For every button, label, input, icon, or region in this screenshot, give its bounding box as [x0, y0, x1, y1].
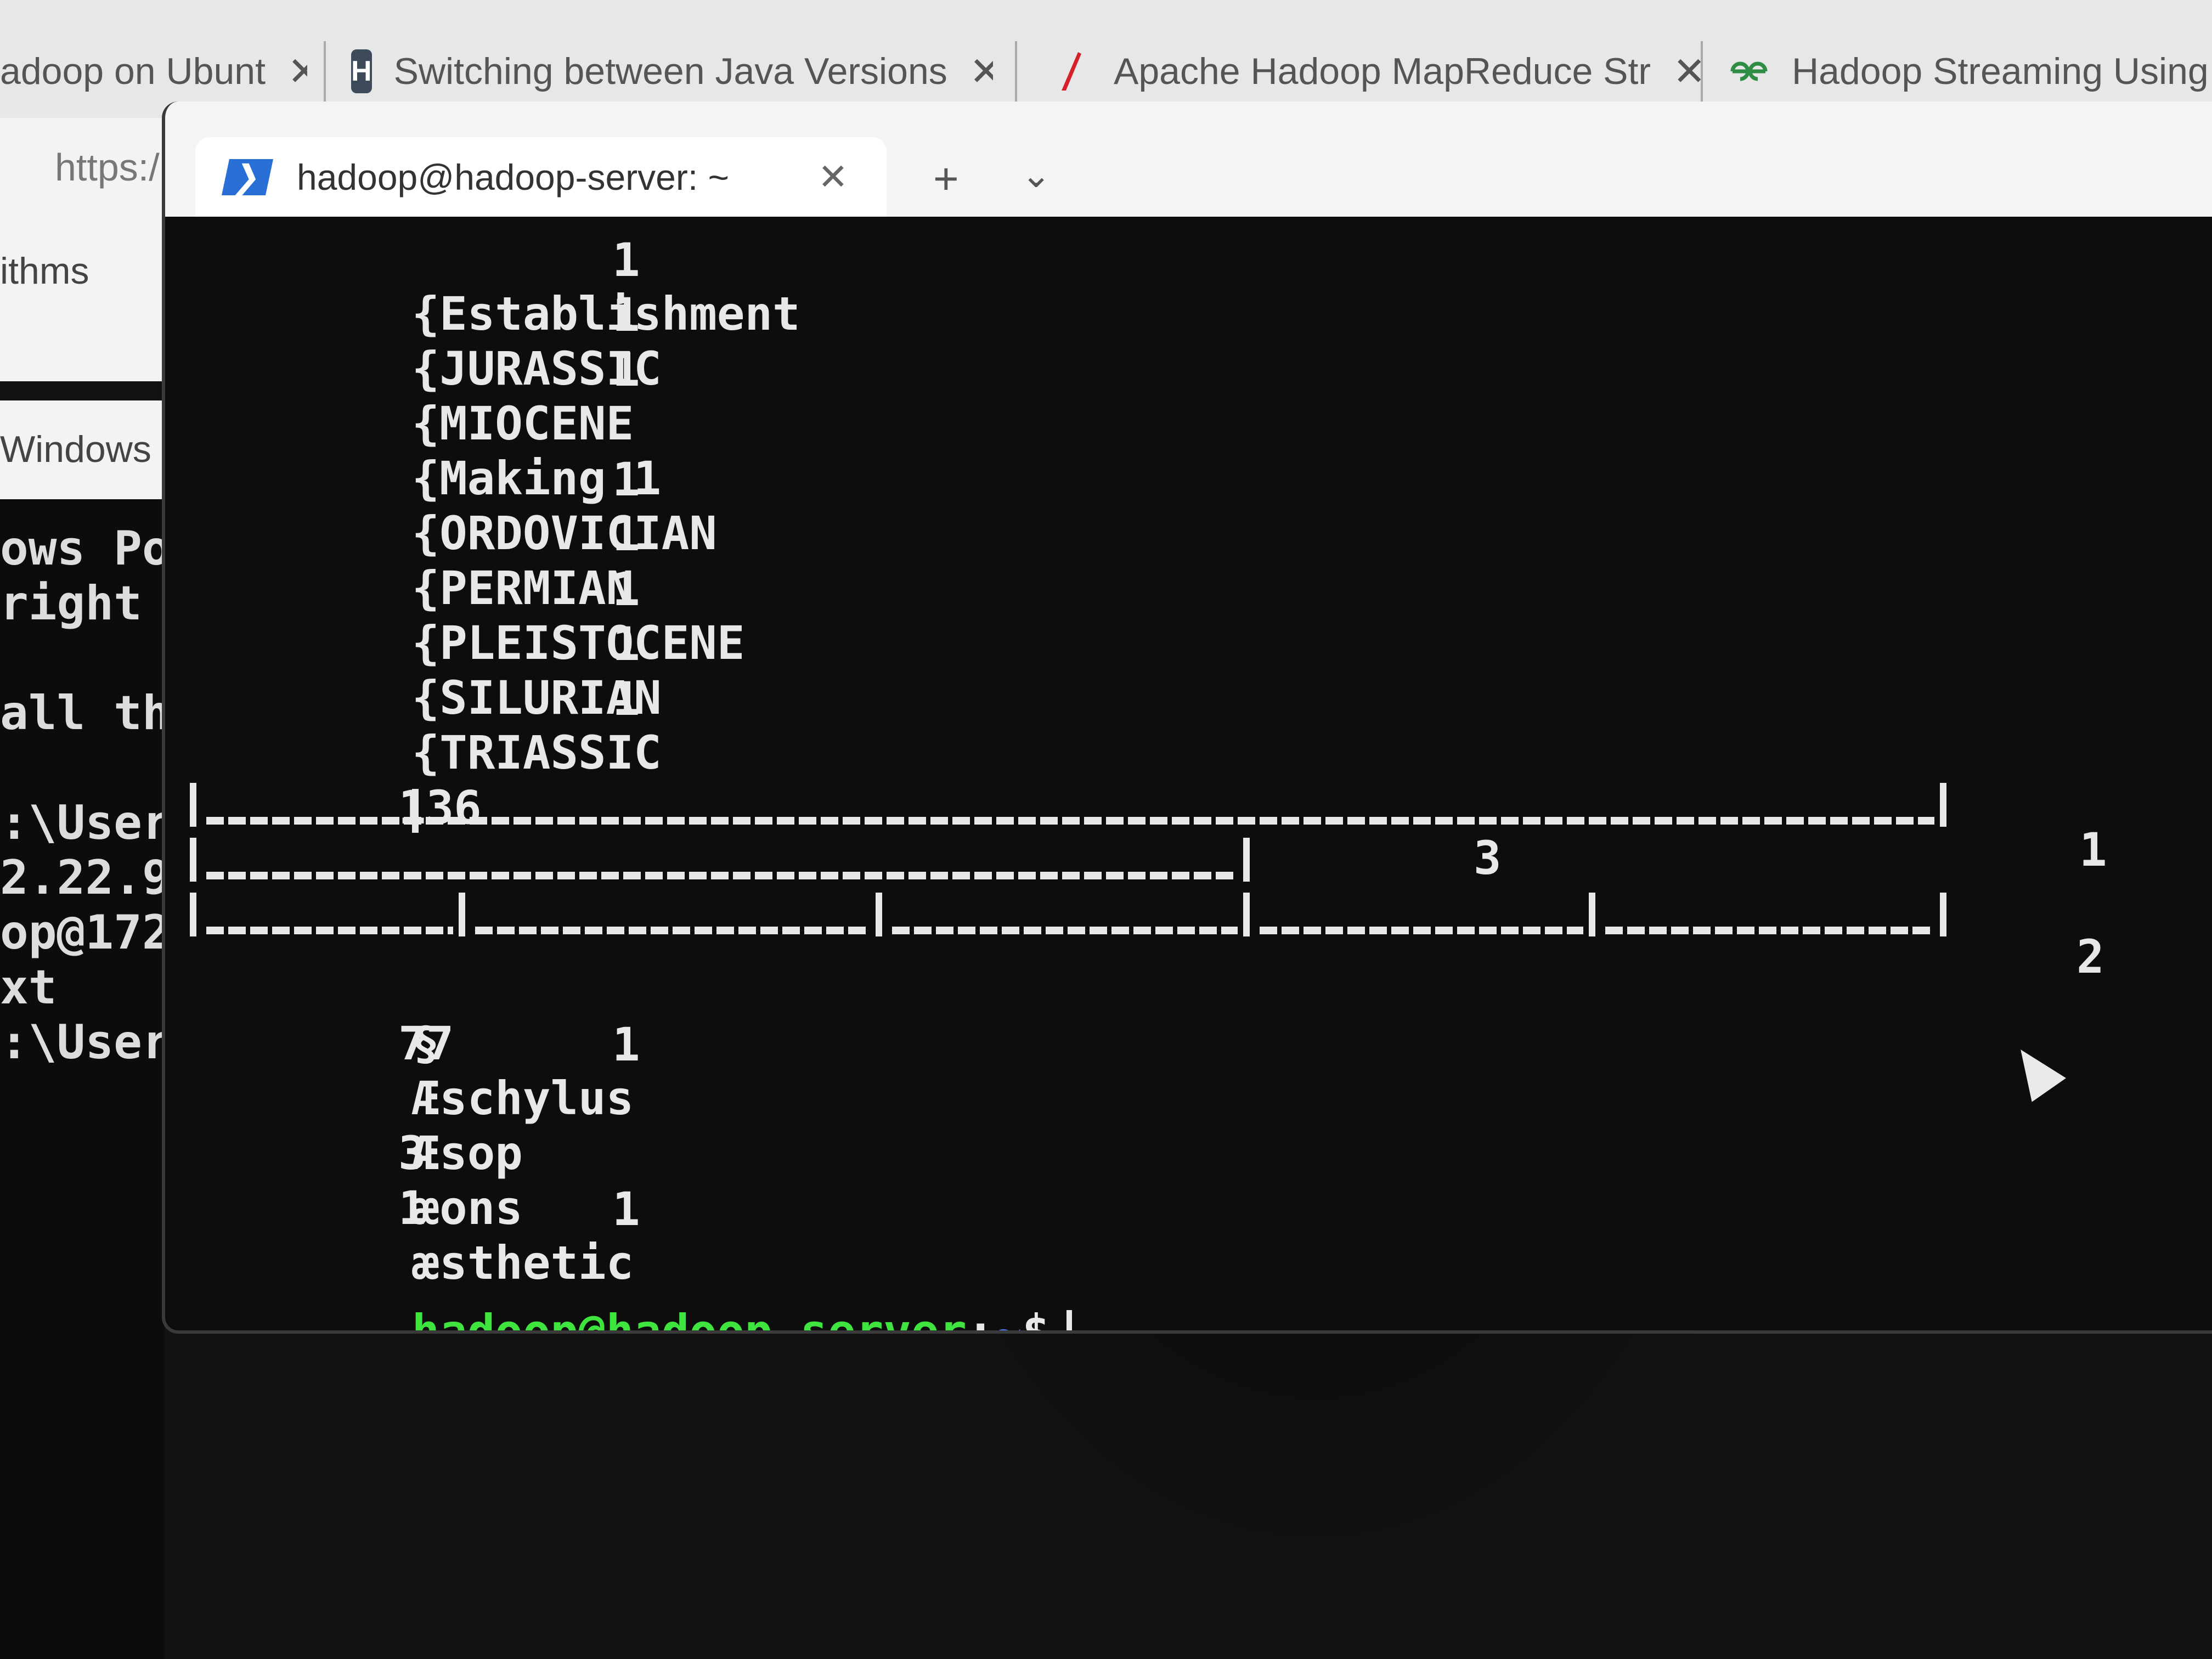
- output-count: 1: [612, 453, 640, 506]
- browser-tab-mapreduce[interactable]: Apache Hadoop MapReduce Str ✕: [1048, 30, 1706, 112]
- output-line: æsthetic 1: [190, 1182, 640, 1290]
- output-line: {PERMIAN 1: [190, 507, 640, 615]
- address-bar[interactable]: https:/: [0, 118, 176, 217]
- rule-dash: [1260, 927, 1583, 934]
- close-icon[interactable]: ✕: [818, 156, 848, 198]
- output-line: § 77: [190, 963, 454, 1070]
- browser-tab-hadoop-streaming[interactable]: Hadoop Streaming Using Pyt: [1728, 30, 2212, 112]
- output-line: {Establishment 1: [190, 233, 800, 341]
- output-count: 1: [612, 672, 640, 726]
- output-count: 3: [1474, 831, 1502, 885]
- rule-dash: [475, 927, 870, 934]
- left-text-line: all the: [0, 686, 165, 741]
- rule-bar: [1940, 893, 1946, 936]
- output-count: 1: [612, 288, 640, 342]
- address-text: https:/: [55, 146, 160, 189]
- powershell-icon: ❯: [221, 159, 274, 195]
- output-line: {TRIASSIC 1: [190, 672, 662, 780]
- browser-tab-java-versions[interactable]: H Switching between Java Versions ✕: [351, 30, 993, 112]
- output-count: 1: [612, 617, 640, 671]
- prompt-dollar: $: [1022, 1305, 1050, 1334]
- rule-bar: [1243, 893, 1250, 936]
- output-count: 2: [2076, 930, 2104, 984]
- browser-tab-bar: adoop on Ubunt ✕ H Switching between Jav…: [0, 0, 2212, 118]
- left-text-line: op@172.: [0, 905, 165, 960]
- background-window-title-strip: Windows P: [0, 400, 165, 499]
- browser-tab-title: adoop on Ubunt: [0, 50, 266, 92]
- rule-bar: [876, 893, 882, 936]
- left-text-line: ows Pov: [0, 521, 165, 576]
- feather-icon: [1048, 49, 1092, 93]
- new-tab-button[interactable]: +: [933, 154, 959, 204]
- rule-bar: [1589, 893, 1595, 936]
- output-count: 1: [612, 1182, 640, 1236]
- output-line: {PLEISTOCENE 1: [190, 562, 745, 670]
- shell-prompt[interactable]: hadoop@hadoop-server:~$: [190, 1251, 1072, 1330]
- rule-dash: [892, 927, 1238, 934]
- output-line: {SILURIAN 1: [190, 617, 662, 725]
- left-text-line: :\Users: [0, 1015, 165, 1070]
- prompt-colon: :: [967, 1305, 995, 1334]
- output-line: {MIOCENE 1: [190, 343, 640, 450]
- output-line: {JURASSIC 1: [190, 288, 662, 396]
- terminal-output[interactable]: {Establishment 1 {JURASSIC 1 {MIOCENE 1 {Ma…: [190, 233, 2212, 1330]
- tab-separator: [324, 41, 326, 107]
- browser-tab-title: Hadoop Streaming Using Pyt: [1792, 50, 2212, 92]
- rule-line: [190, 886, 2212, 946]
- rule-dash: [206, 872, 1238, 879]
- chevron-down-icon[interactable]: ⌄: [1021, 154, 1051, 196]
- close-icon[interactable]: ✕: [969, 48, 993, 94]
- output-line: {ORDOVICIAN 1: [190, 453, 717, 560]
- rule-bar: [190, 838, 196, 882]
- left-text-line: xt: [0, 960, 57, 1015]
- output-line: Æschylus 1: [190, 1018, 640, 1125]
- output-count: 1: [612, 233, 640, 287]
- powershell-window-fragment: ows Pov right ( all the :\Users 2.22.97 …: [0, 499, 165, 1659]
- output-word: {TRIASSIC: [411, 726, 662, 780]
- rule-line: 3: [190, 831, 2212, 891]
- geeksforgeeks-icon: [1728, 49, 1770, 93]
- prompt-user-host: hadoop@hadoop-server: [411, 1305, 967, 1334]
- rule-bar: [1243, 838, 1250, 882]
- output-line: æons 1: [190, 1127, 523, 1235]
- output-count: 1: [612, 1018, 640, 1071]
- tab-separator: [1015, 41, 1017, 107]
- page-text-fragment: ithms: [0, 250, 89, 292]
- terminal-tab-title: hadoop@hadoop-server: ~: [297, 156, 730, 198]
- hashnode-icon: H: [351, 49, 372, 93]
- output-count: 1: [612, 343, 640, 397]
- rule-dash: [206, 817, 1934, 825]
- output-count: 1: [612, 562, 640, 616]
- output-count: 1: [612, 507, 640, 561]
- rule-bar: [1940, 783, 1946, 827]
- rule-dash: [206, 927, 453, 934]
- window-title-fragment: Windows P: [0, 428, 165, 470]
- text-cursor: [1066, 1310, 1072, 1330]
- tab-separator: [1701, 41, 1703, 107]
- background-page-strip: ithms: [0, 217, 165, 381]
- rule-bar: [190, 893, 196, 936]
- rule-bar: [190, 783, 196, 827]
- output-count: 1: [2079, 823, 2107, 877]
- terminal-tab-bar: ❯ hadoop@hadoop-server: ~ ✕ + ⌄: [165, 101, 2212, 217]
- rule-bar: [459, 893, 465, 936]
- rule-line: [190, 776, 2212, 837]
- browser-tab-title: Switching between Java Versions: [393, 50, 947, 92]
- rule-dash: [1605, 927, 1934, 934]
- left-text-line: 2.22.97: [0, 850, 165, 905]
- browser-tab-hadoop-ubuntu[interactable]: adoop on Ubunt ✕: [0, 30, 307, 112]
- prompt-path: ~: [994, 1305, 1023, 1334]
- terminal-tab[interactable]: ❯ hadoop@hadoop-server: ~ ✕: [195, 137, 887, 217]
- left-text-line: right (: [0, 576, 165, 631]
- close-icon[interactable]: ✕: [287, 48, 307, 94]
- left-text-line: :\Users: [0, 795, 165, 850]
- browser-tab-title: Apache Hadoop MapReduce Str: [1114, 50, 1651, 92]
- screen-photo: adoop on Ubunt ✕ H Switching between Jav…: [0, 0, 2212, 1659]
- terminal-window[interactable]: ❯ hadoop@hadoop-server: ~ ✕ + ⌄ {Establi…: [162, 101, 2212, 1334]
- output-line: {Making 1: [190, 398, 662, 505]
- output-line: Æsop 3: [190, 1073, 523, 1180]
- output-line: 136: [190, 727, 482, 834]
